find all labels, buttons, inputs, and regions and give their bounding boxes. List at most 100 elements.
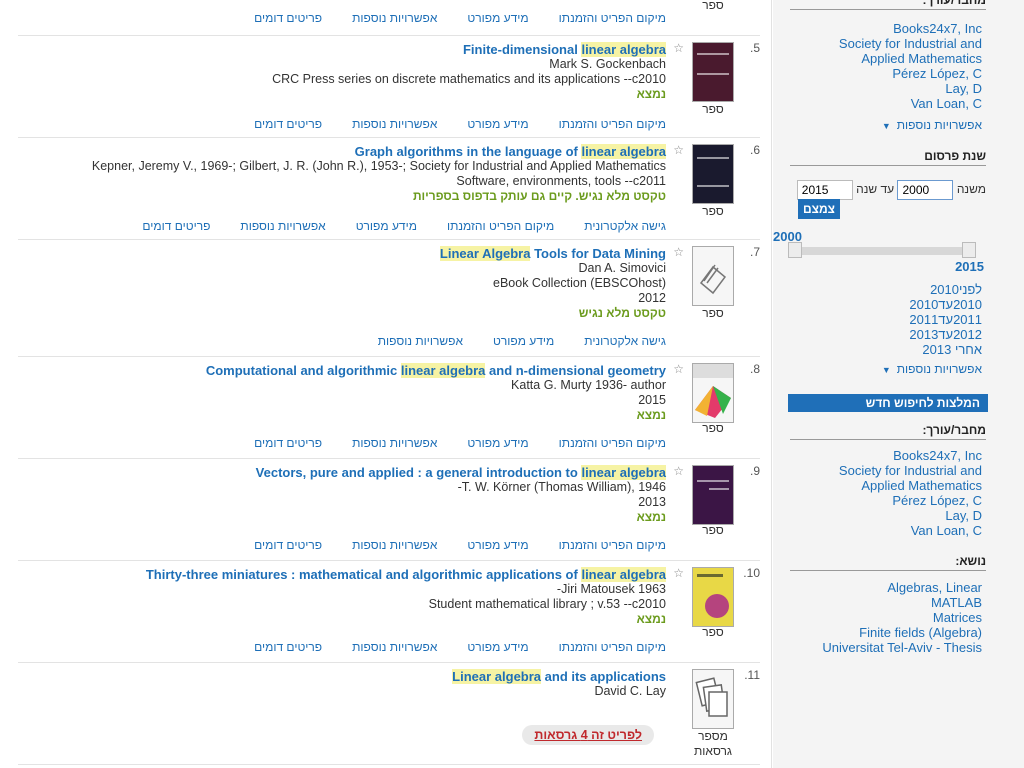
- result-number: 8.: [749, 362, 760, 376]
- narrow-button[interactable]: צמצם: [798, 199, 840, 219]
- result-number: 9.: [749, 464, 760, 478]
- star-icon[interactable]: ☆: [673, 566, 684, 580]
- author-more-options[interactable]: אפשרויות נוספות▼: [882, 118, 982, 132]
- book-cover-thumbnail[interactable]: [692, 669, 734, 729]
- facet-subject[interactable]: Finite fields (Algebra): [782, 625, 982, 640]
- facet-year[interactable]: 2012עד2013: [909, 327, 982, 342]
- result-item: 6. ספר ☆ Graph algorithms in the languag…: [18, 138, 760, 240]
- result-number: 6.: [749, 143, 760, 157]
- link-more-options[interactable]: אפשרויות נוספות: [378, 334, 463, 349]
- results-list: ספר מיקום הפריט והזמנתו מידע מפורט אפשרויו…: [0, 0, 772, 768]
- facet-author[interactable]: Lay, D: [782, 81, 982, 96]
- result-title[interactable]: Linear algebra and its applications: [18, 669, 666, 684]
- facet-author[interactable]: Applied Mathematics: [782, 51, 982, 66]
- item-type-label: ספר: [702, 0, 724, 12]
- year-slider-track[interactable]: [794, 247, 972, 255]
- star-icon[interactable]: ☆: [673, 143, 684, 157]
- link-more-options[interactable]: אפשרויות נוספות: [352, 538, 437, 553]
- result-title[interactable]: Thirty-three miniatures : mathematical a…: [18, 567, 666, 582]
- facet-author[interactable]: Applied Mathematics: [782, 478, 982, 493]
- year-to-input[interactable]: [796, 180, 853, 200]
- item-type-label: ספר: [702, 421, 724, 435]
- facet-subject[interactable]: MATLAB: [782, 595, 982, 610]
- link-details[interactable]: מידע מפורט: [467, 640, 528, 655]
- link-details[interactable]: מידע מפורט: [467, 436, 528, 451]
- link-similar[interactable]: פריטים דומים: [254, 538, 322, 553]
- facet-author[interactable]: Books24x7, Inc: [782, 21, 982, 36]
- facet-subject[interactable]: Matrices: [782, 610, 982, 625]
- book-cover-thumbnail[interactable]: [692, 465, 734, 525]
- link-location[interactable]: מיקום הפריט והזמנתו: [559, 117, 666, 132]
- link-more-options[interactable]: אפשרויות נוספות: [352, 117, 437, 132]
- facets-sidebar: מחבר/עורך: Books24x7, Inc Society for In…: [773, 0, 1024, 768]
- link-electronic-access[interactable]: גישה אלקטרונית: [584, 219, 666, 234]
- result-title[interactable]: Vectors, pure and applied : a general in…: [18, 465, 666, 480]
- book-cover-thumbnail[interactable]: [692, 363, 734, 423]
- link-similar[interactable]: פריטים דומים: [142, 219, 210, 234]
- link-electronic-access[interactable]: גישה אלקטרונית: [584, 334, 666, 349]
- availability-status: נמצא: [636, 612, 666, 626]
- facet-author[interactable]: Society for Industrial and: [782, 36, 982, 51]
- result-title[interactable]: Linear Algebra Tools for Data Mining: [18, 246, 666, 261]
- link-location[interactable]: מיקום הפריט והזמנתו: [559, 640, 666, 655]
- link-similar[interactable]: פריטים דומים: [254, 436, 322, 451]
- link-location[interactable]: מיקום הפריט והזמנתו: [559, 11, 666, 26]
- book-cover-thumbnail[interactable]: [692, 567, 734, 627]
- facet-author[interactable]: Pérez López, C: [782, 66, 982, 81]
- link-similar[interactable]: פריטים דומים: [254, 640, 322, 655]
- result-year: 2015: [638, 393, 666, 407]
- facet-year[interactable]: 2010עד2010: [909, 297, 982, 312]
- star-icon[interactable]: ☆: [673, 245, 684, 259]
- result-year: 2012: [638, 291, 666, 305]
- link-details[interactable]: מידע מפורט: [467, 117, 528, 132]
- link-details[interactable]: מידע מפורט: [467, 11, 528, 26]
- book-cover-thumbnail[interactable]: [692, 246, 734, 306]
- item-links: גישה אלקטרונית מיקום הפריט והזמנתו מידע מפ…: [18, 218, 666, 234]
- facet-year[interactable]: אחרי 2013: [909, 342, 982, 357]
- slider-handle-max[interactable]: [962, 242, 976, 258]
- facet-author[interactable]: Society for Industrial and: [782, 463, 982, 478]
- availability-status: נמצא: [636, 408, 666, 422]
- star-icon[interactable]: ☆: [673, 362, 684, 376]
- result-number: 5.: [749, 41, 760, 55]
- book-cover-thumbnail[interactable]: [692, 144, 734, 204]
- book-cover-thumbnail[interactable]: [692, 42, 734, 102]
- result-title[interactable]: Finite-dimensional linear algebra: [18, 42, 666, 57]
- slider-max-label: 2015: [955, 259, 984, 274]
- facet-author[interactable]: Lay, D: [782, 508, 982, 523]
- link-location[interactable]: מיקום הפריט והזמנתו: [559, 436, 666, 451]
- year-from-input[interactable]: [897, 180, 954, 200]
- slider-handle-min[interactable]: [788, 242, 802, 258]
- result-title[interactable]: Computational and algorithmic linear alg…: [18, 363, 666, 378]
- facet-author[interactable]: Pérez López, C: [782, 493, 982, 508]
- result-series: Software, environments, tools --c2011: [456, 174, 666, 188]
- versions-link[interactable]: לפריט זה 4 גרסאות: [522, 725, 654, 745]
- link-location[interactable]: מיקום הפריט והזמנתו: [559, 538, 666, 553]
- link-more-options[interactable]: אפשרויות נוספות: [352, 11, 437, 26]
- link-details[interactable]: מידע מפורט: [467, 538, 528, 553]
- link-location[interactable]: מיקום הפריט והזמנתו: [447, 219, 554, 234]
- star-icon[interactable]: ☆: [673, 41, 684, 55]
- year-more-options[interactable]: אפשרויות נוספות▼: [882, 362, 982, 376]
- facet-subject[interactable]: Universitat Tel-Aviv - Thesis: [782, 640, 982, 655]
- result-title[interactable]: Graph algorithms in the language of line…: [18, 144, 666, 159]
- facet-year[interactable]: 2011עד2011: [909, 312, 982, 327]
- chevron-down-icon: ▼: [881, 365, 891, 375]
- star-icon[interactable]: ☆: [673, 464, 684, 478]
- facet-author[interactable]: Van Loan, C: [782, 523, 982, 538]
- link-more-options[interactable]: אפשרויות נוספות: [352, 640, 437, 655]
- link-details[interactable]: מידע מפורט: [493, 334, 554, 349]
- link-details[interactable]: מידע מפורט: [356, 219, 417, 234]
- result-item: 5. ספר ☆ Finite-dimensional linear algeb…: [18, 36, 760, 138]
- link-more-options[interactable]: אפשרויות נוספות: [240, 219, 325, 234]
- facet-subject[interactable]: Algebras, Linear: [782, 580, 982, 595]
- link-similar[interactable]: פריטים דומים: [254, 117, 322, 132]
- link-more-options[interactable]: אפשרויות נוספות: [352, 436, 437, 451]
- result-item: 8. ספר ☆ Computational and algorithmic l…: [18, 357, 760, 459]
- pub-year-header: שנת פרסום: [790, 148, 986, 166]
- facet-author[interactable]: Books24x7, Inc: [782, 448, 982, 463]
- result-author: Mark S. Gockenbach: [549, 57, 666, 71]
- link-similar[interactable]: פריטים דומים: [254, 11, 322, 26]
- facet-year[interactable]: לפני2010: [909, 282, 982, 297]
- facet-author[interactable]: Van Loan, C: [782, 96, 982, 111]
